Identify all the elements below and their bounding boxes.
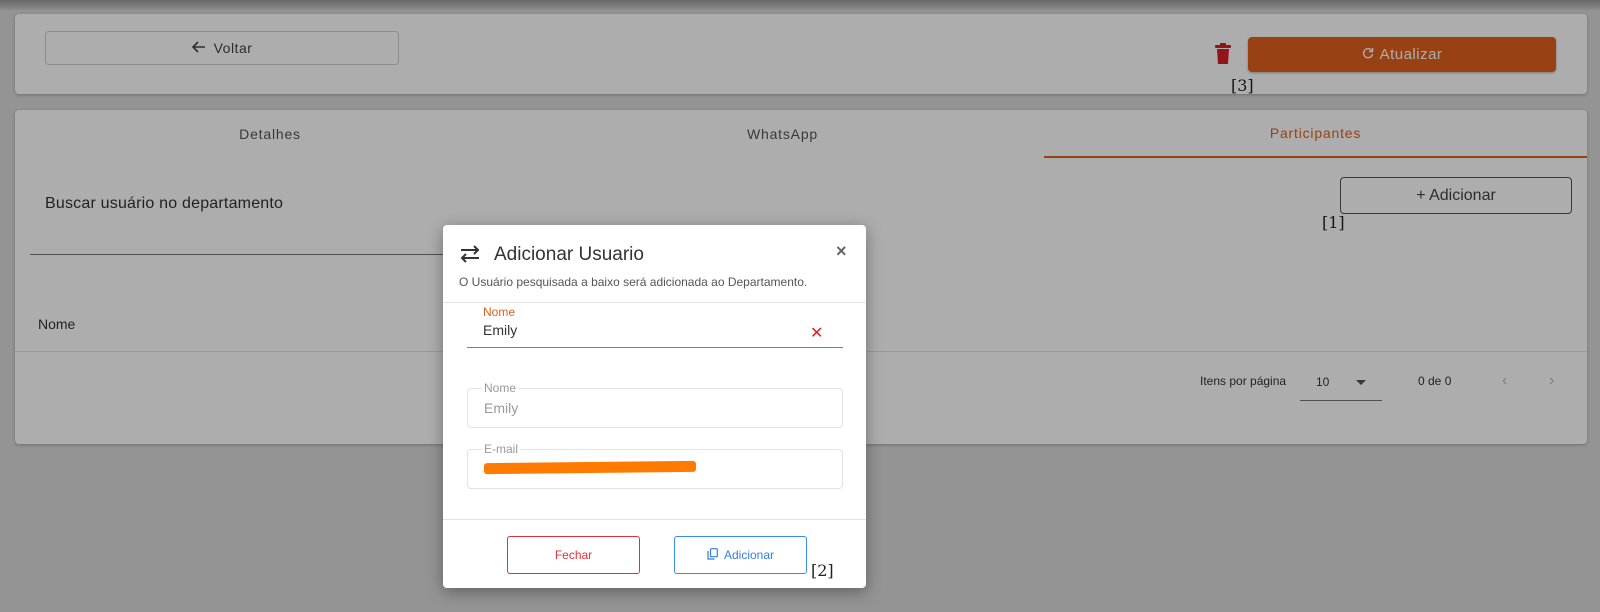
swap-arrows-icon — [460, 245, 480, 263]
dialog-title: Adicionar Usuario — [494, 244, 644, 265]
user-name-value: Emily — [484, 400, 519, 416]
close-icon[interactable]: × — [836, 241, 847, 262]
user-name-label: Nome — [482, 381, 519, 395]
user-search-input[interactable]: Nome Emily ✕ — [467, 303, 843, 348]
copy-icon — [707, 547, 718, 563]
add-user-button-label: Adicionar — [723, 548, 775, 562]
clear-icon[interactable]: ✕ — [810, 323, 823, 343]
dialog-header: Adicionar Usuario × O Usuário pesquisada… — [443, 225, 866, 303]
redaction-mark — [483, 460, 697, 475]
user-email-label: E-mail — [482, 442, 521, 456]
add-user-dialog: Adicionar Usuario × O Usuário pesquisada… — [443, 225, 866, 588]
user-name-field: Nome Emily — [467, 381, 843, 428]
dialog-subtitle: O Usuário pesquisada a baixo será adicio… — [459, 275, 808, 289]
add-user-button[interactable]: Adicionar — [674, 536, 807, 574]
marker-2: [2] — [811, 561, 834, 580]
user-search-value[interactable]: Emily — [483, 322, 517, 338]
dialog-footer-divider — [443, 519, 866, 520]
close-dialog-button[interactable]: Fechar — [507, 536, 640, 574]
user-email-field: E-mail — [467, 442, 843, 489]
user-search-label: Nome — [483, 305, 516, 319]
